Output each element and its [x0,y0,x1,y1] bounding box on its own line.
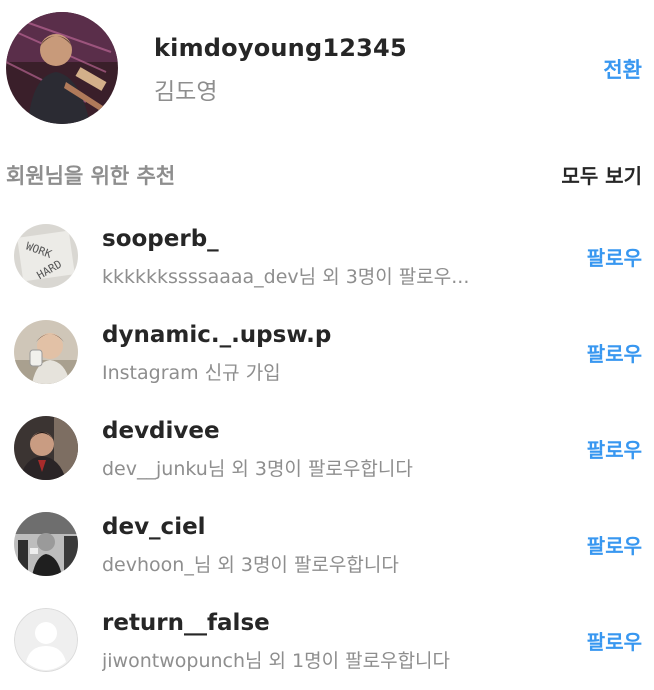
suggestion-meta: dev__junku님 외 3명이 팔로우합니다 [102,458,413,480]
suggestion-meta: jiwontwopunch님 외 1명이 팔로우합니다 [102,650,451,672]
follow-button[interactable]: 팔로우 [587,530,642,559]
current-user-profile: kimdoyoung12345 김도영 전환 [6,12,646,124]
person-avatar[interactable] [14,512,78,576]
person-avatar[interactable] [14,416,78,480]
profile-username[interactable]: kimdoyoung12345 [154,34,407,62]
suggestion-username[interactable]: return__false [102,610,270,636]
follow-button[interactable]: 팔로우 [587,338,642,367]
suggestion-item: return__false jiwontwopunch님 외 1명이 팔로우합니… [0,594,654,690]
suggestion-item: dynamic._.upsw.p Instagram 신규 가입 팔로우 [0,306,654,402]
suggestion-meta: kkkkkkssssaaaa_dev님 외 3명이 팔로우... [102,266,470,288]
suggestion-meta: devhoon_님 외 3명이 팔로우합니다 [102,554,399,576]
profile-full-name: 김도영 [154,79,218,105]
follow-button[interactable]: 팔로우 [587,434,642,463]
suggestion-item: dev_ciel devhoon_님 외 3명이 팔로우합니다 팔로우 [0,498,654,594]
suggestion-username[interactable]: sooperb_ [102,226,219,252]
suggestions-header: 회원님을 위한 추천 모두 보기 [6,158,642,192]
work-hard-avatar[interactable]: WORK HARD [14,224,78,288]
default-avatar[interactable] [14,608,78,672]
person-avatar[interactable] [14,320,78,384]
suggestion-meta: Instagram 신규 가입 [102,362,281,384]
suggestion-item: devdivee dev__junku님 외 3명이 팔로우합니다 팔로우 [0,402,654,498]
profile-avatar[interactable] [6,12,118,124]
see-all-button[interactable]: 모두 보기 [561,160,642,189]
switch-account-button[interactable]: 전환 [603,54,642,84]
suggestion-username[interactable]: dynamic._.upsw.p [102,322,331,348]
suggestion-username[interactable]: devdivee [102,418,220,444]
suggestion-username[interactable]: dev_ciel [102,514,206,540]
follow-button[interactable]: 팔로우 [587,626,642,655]
suggestion-item: WORK HARD sooperb_ kkkkkkssssaaaa_dev님 외… [0,210,654,306]
suggestions-title: 회원님을 위한 추천 [6,164,176,188]
follow-button[interactable]: 팔로우 [587,242,642,271]
